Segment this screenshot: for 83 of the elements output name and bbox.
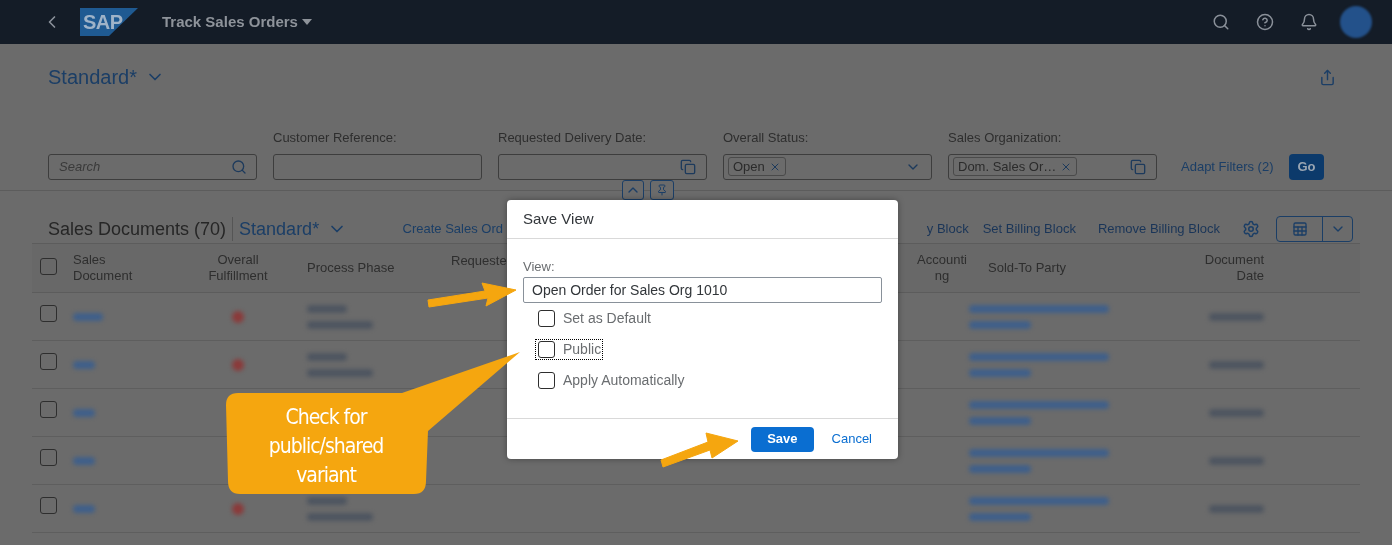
share-icon[interactable] [1319,68,1336,86]
avatar[interactable] [1340,6,1372,38]
filter-label: Sales Organization: [948,129,1063,147]
option-checkbox[interactable] [538,310,555,327]
blurred-text [307,304,347,313]
blurred-text [1209,312,1264,321]
column-header: Requeste [451,253,507,268]
variant-selector[interactable]: Standard* [48,62,165,92]
blurred-text [307,352,347,361]
blurred-text [1209,504,1264,513]
spreadsheet-icon [1291,221,1308,237]
option-checkbox[interactable] [538,341,555,358]
option-checkbox[interactable] [538,372,555,389]
status-icon [232,358,244,371]
status-icon [232,502,244,515]
filter-field[interactable]: Dom. Sales Or… [948,153,1157,180]
blurred-text [307,368,373,377]
column-header: Process Phase [306,260,396,276]
column-header: Document Date [1203,252,1264,284]
value-help-icon[interactable] [1130,158,1146,175]
row-checkbox[interactable] [40,400,57,418]
go-button[interactable]: Go [1289,153,1324,180]
filter-field[interactable] [273,153,482,180]
blurred-text [307,496,347,505]
adapt-filters-link[interactable]: Adapt Filters (2) [1181,153,1274,180]
blurred-text [1209,360,1264,369]
filter-label: Customer Reference: [273,129,398,147]
blurred-text [969,320,1031,329]
option-label: Public [563,340,602,359]
blurred-text [969,368,1031,377]
collapse-header-button[interactable] [622,180,644,200]
blurred-text [307,320,373,329]
table-title: Sales Documents (70) [48,217,227,241]
option-label: Apply Automatically [563,371,685,390]
blurred-text [73,360,95,369]
save-button[interactable]: Save [751,426,814,452]
help-icon[interactable] [1256,13,1274,31]
cancel-button[interactable]: Cancel [831,429,872,449]
toolbar-action[interactable]: y Block [926,219,969,239]
filter-label: Overall Status: [723,129,810,147]
blurred-text [307,512,373,521]
blurred-text [969,512,1031,521]
app-title-menu[interactable]: Track Sales Orders [162,10,312,34]
row-checkbox[interactable] [40,448,57,466]
pin-header-button[interactable] [650,180,674,200]
pin-icon [656,184,668,196]
column-header: Accounti ng [916,252,968,284]
settings-icon[interactable] [1242,220,1260,238]
filter-field[interactable]: Open [723,153,932,180]
blurred-text [1209,408,1264,417]
row-checkbox[interactable] [40,304,57,322]
filter-token[interactable]: Open [728,157,786,176]
blurred-text [1209,456,1264,465]
value-help-icon[interactable] [680,158,696,175]
export-button[interactable] [1276,216,1353,242]
column-header: Sold-To Party [987,260,1068,276]
dialog-title: Save View [523,208,594,229]
toolbar-action[interactable]: Remove Billing Block [1097,219,1220,239]
callout-text: Check for public/shared variant [267,404,385,489]
column-header: Sales Document [73,252,134,284]
blurred-text [73,312,103,321]
table-variant-selector[interactable]: Standard* [239,215,348,243]
field-label: View: [523,259,556,275]
row-checkbox[interactable] [40,496,57,514]
blurred-text [73,456,95,465]
notifications-icon[interactable] [1300,13,1318,31]
column-header: Overall Fulfillment [207,252,269,284]
view-name-input[interactable]: Open Order for Sales Org 1010 [523,277,882,303]
toolbar-action[interactable]: Create Sales Ord [402,219,503,239]
filter-label: Requested Delivery Date: [498,129,648,147]
blurred-text [969,416,1031,425]
select-all-checkbox[interactable] [40,257,57,275]
status-icon [232,310,244,323]
row-checkbox[interactable] [40,352,57,370]
filter-field[interactable] [498,153,707,180]
filter-token[interactable]: Dom. Sales Or… [953,157,1078,176]
option-label: Set as Default [563,309,651,328]
blurred-text [969,464,1031,473]
logo: SAP [80,8,138,36]
blurred-text [73,504,95,513]
search-icon[interactable] [1212,13,1230,31]
toolbar-action[interactable]: Set Billing Block [982,219,1076,239]
blurred-text [73,408,95,417]
